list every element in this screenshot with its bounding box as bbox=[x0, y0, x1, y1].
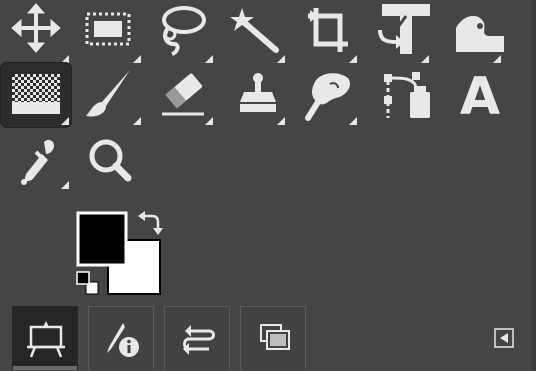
move-tool-button[interactable] bbox=[0, 0, 72, 66]
easel-icon bbox=[27, 321, 65, 358]
eraser-tool-button[interactable] bbox=[144, 62, 216, 128]
tab-images[interactable] bbox=[240, 306, 306, 370]
tool-group-indicator bbox=[61, 117, 69, 125]
tool-group-indicator bbox=[205, 117, 213, 125]
clone-tool-button[interactable] bbox=[216, 62, 288, 128]
tab-device-status[interactable] bbox=[88, 306, 154, 370]
swap-colors-icon[interactable] bbox=[138, 211, 163, 235]
color-picker-tool-button[interactable] bbox=[0, 126, 72, 192]
warp-transform-tool-button[interactable] bbox=[432, 0, 504, 66]
foreground-color-swatch[interactable] bbox=[76, 211, 128, 267]
smudge-tool-button[interactable] bbox=[288, 62, 360, 128]
text-tool-button[interactable]: A bbox=[432, 62, 504, 128]
tab-tool-options[interactable] bbox=[12, 306, 78, 370]
undo-icon bbox=[183, 325, 215, 355]
pen-info-icon bbox=[107, 323, 139, 357]
paths-tool-button[interactable] bbox=[360, 62, 432, 128]
text-icon: A bbox=[460, 67, 500, 127]
tab-undo-history[interactable] bbox=[164, 306, 230, 370]
tool-group-indicator bbox=[349, 117, 357, 125]
fg-bg-colors bbox=[76, 211, 163, 295]
default-colors-icon[interactable] bbox=[76, 271, 99, 295]
foreground-select-tool-button[interactable] bbox=[0, 62, 72, 128]
active-tab-indicator bbox=[13, 366, 77, 370]
zoom-tool-button[interactable] bbox=[72, 126, 144, 192]
tool-group-indicator bbox=[61, 181, 69, 189]
triangle-left-icon bbox=[494, 328, 514, 348]
rectangle-select-tool-button[interactable] bbox=[72, 0, 144, 66]
unified-transform-tool-button[interactable] bbox=[360, 0, 432, 66]
tool-group-indicator bbox=[133, 117, 141, 125]
bucket-path-icon bbox=[384, 72, 430, 118]
text-tool-glyph: A bbox=[460, 67, 500, 127]
crop-tool-button[interactable] bbox=[288, 0, 360, 66]
paintbrush-tool-button[interactable] bbox=[72, 62, 144, 128]
dock-tab-bar bbox=[0, 304, 536, 370]
fg-bg-color-area bbox=[72, 208, 172, 300]
fuzzy-select-tool-button[interactable] bbox=[216, 0, 288, 66]
free-select-tool-button[interactable] bbox=[144, 0, 216, 66]
tool-group-indicator bbox=[277, 117, 285, 125]
images-icon bbox=[260, 324, 290, 350]
dock-tab-menu-button[interactable] bbox=[494, 328, 514, 348]
magnifier-icon bbox=[89, 139, 132, 182]
